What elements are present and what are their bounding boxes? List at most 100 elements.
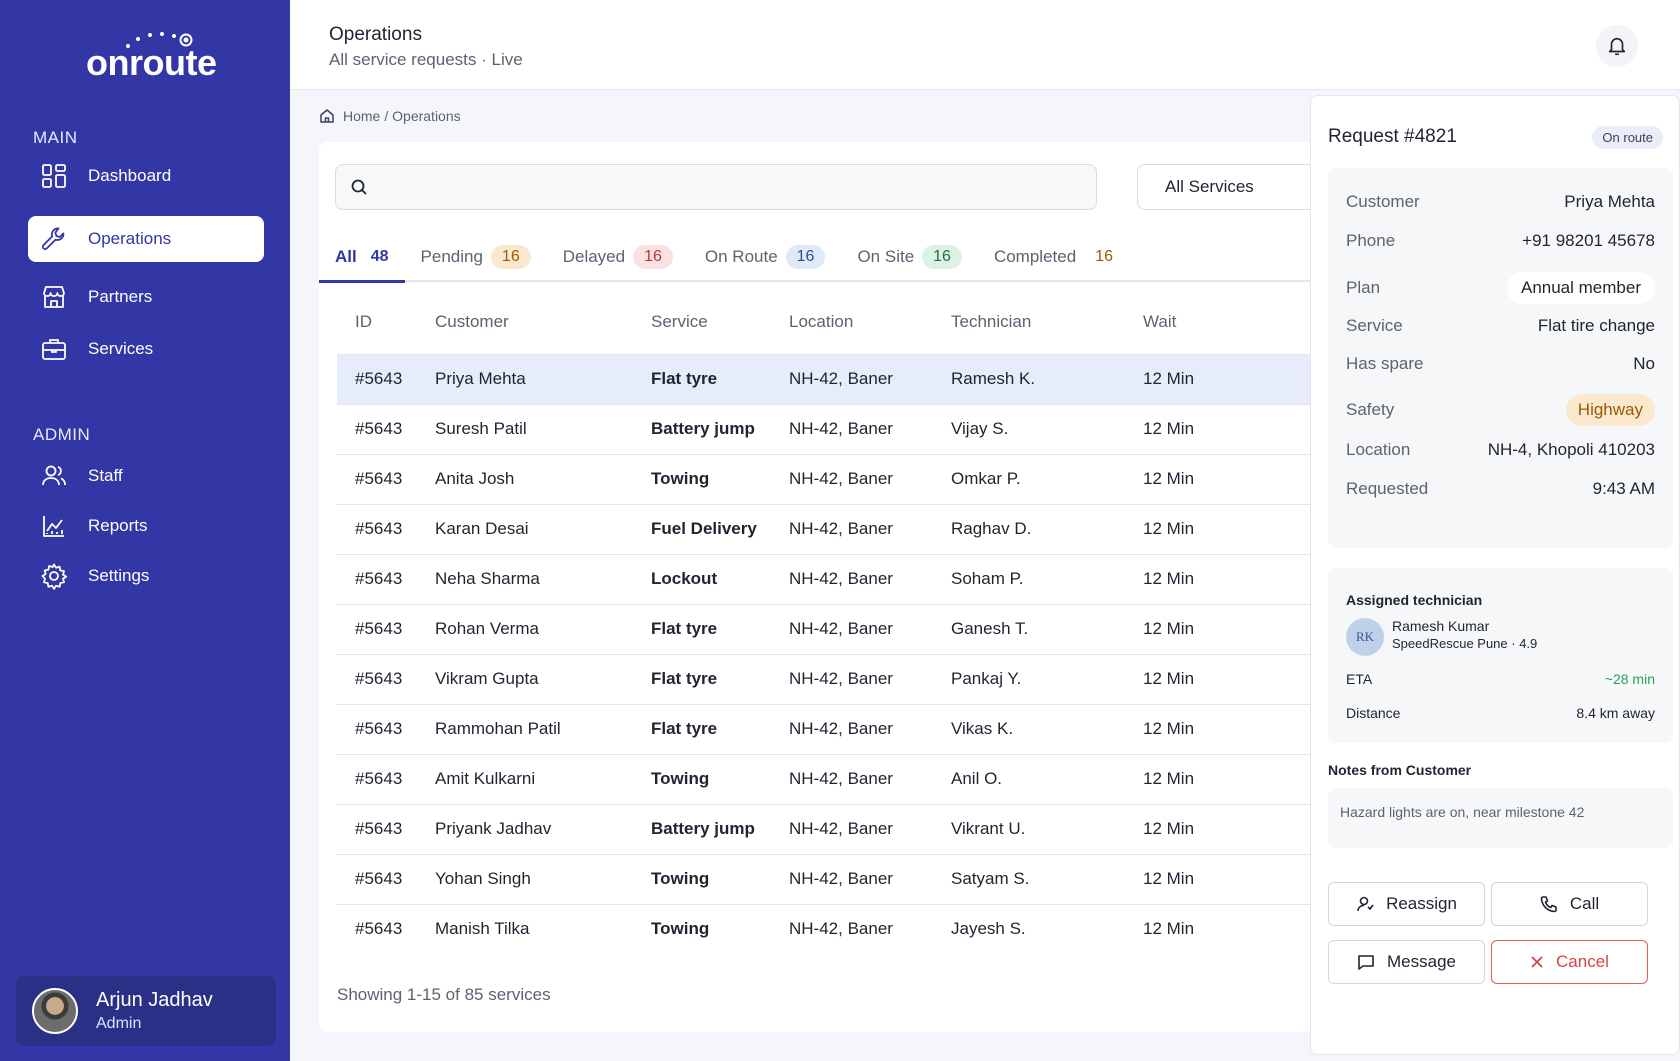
cell-service: Flat tyre [633, 703, 771, 754]
nav-label: Staff [88, 466, 123, 485]
nav-label: Dashboard [88, 166, 172, 185]
user-icon [1356, 895, 1374, 913]
info-value: Annual member [1506, 272, 1655, 304]
search-box[interactable] [335, 164, 1097, 210]
cell-location: NH-42, Baner [771, 453, 933, 504]
column-header-location[interactable]: Location [771, 290, 933, 354]
table-row[interactable]: #5643 Rammohan Patil Flat tyre NH-42, Baner… [337, 703, 1339, 754]
brand-logo[interactable]: onroute [86, 30, 217, 83]
cell-service: Towing [633, 903, 771, 954]
cell-location: NH-42, Baner [771, 403, 933, 454]
info-value: No [1633, 354, 1655, 373]
nav-item-partners[interactable]: Partners [28, 274, 264, 320]
tab-count-badge: 16 [922, 245, 962, 269]
column-header-id[interactable]: ID [337, 290, 417, 354]
cell-id: #5643 [337, 703, 417, 754]
technician-avatar: RK [1346, 618, 1384, 656]
nav-item-staff[interactable]: Staff [28, 453, 264, 499]
cell-wait: 12 Min [1125, 853, 1339, 904]
nav-item-operations[interactable]: Operations [28, 216, 264, 262]
breadcrumb-home[interactable]: Home [343, 108, 380, 124]
cell-location: NH-42, Baner [771, 853, 933, 904]
tab-delayed[interactable]: Delayed 16 [547, 233, 689, 281]
tab-on-site[interactable]: On Site 16 [841, 233, 978, 281]
tab-completed[interactable]: Completed 16 [978, 233, 1140, 281]
cell-customer: Amit Kulkarni [417, 753, 633, 804]
breadcrumb-current: / Operations [384, 108, 461, 124]
tab-label: All [335, 247, 357, 266]
cell-technician: Jayesh S. [933, 903, 1125, 954]
eta-label: ETA [1346, 671, 1373, 687]
table-row[interactable]: #5643 Vikram Gupta Flat tyre NH-42, Baner Pa… [337, 653, 1339, 704]
table-row[interactable]: #5643 Yohan Singh Towing NH-42, Baner Satyam… [337, 853, 1339, 904]
user-profile-card[interactable]: Arjun Jadhav Admin [16, 976, 276, 1046]
info-row-requested: Requested 9:43 AM [1346, 479, 1655, 499]
table-row[interactable]: #5643 Priyank Jadhav Battery jump NH-42, Ba… [337, 803, 1339, 854]
table-row[interactable]: #5643 Priya Mehta Flat tyre NH-42, Baner Ram… [337, 353, 1339, 404]
home-icon[interactable] [319, 108, 335, 124]
tab-pending[interactable]: Pending 16 [405, 233, 547, 281]
page-title: Operations [329, 24, 422, 45]
table-row[interactable]: #5643 Suresh Patil Battery jump NH-42, Bane… [337, 403, 1339, 454]
cell-location: NH-42, Baner [771, 653, 933, 704]
reassign-label: Reassign [1386, 894, 1457, 913]
wrench-icon [40, 225, 68, 253]
service-filter-select[interactable]: All Services [1137, 164, 1339, 210]
column-header-technician[interactable]: Technician [933, 290, 1125, 354]
tab-label: Completed [993, 247, 1077, 266]
info-value: +91 98201 45678 [1522, 231, 1655, 250]
cell-customer: Priya Mehta [417, 353, 633, 404]
technician-meta: SpeedRescue Pune · 4.9 [1392, 636, 1538, 651]
cell-service: Battery jump [633, 803, 771, 854]
call-button[interactable]: Call [1491, 882, 1648, 926]
cell-customer: Neha Sharma [417, 553, 633, 604]
cell-customer: Rammohan Patil [417, 703, 633, 754]
brand-name: onroute [86, 42, 217, 83]
nav-item-dashboard[interactable]: Dashboard [28, 153, 264, 199]
cell-service: Flat tyre [633, 353, 771, 404]
cell-service: Towing [633, 453, 771, 504]
column-header-wait[interactable]: Wait [1125, 290, 1339, 354]
cell-technician: Pankaj Y. [933, 653, 1125, 704]
cell-location: NH-42, Baner [771, 753, 933, 804]
cell-technician: Raghav D. [933, 503, 1125, 554]
info-label: Customer [1346, 192, 1420, 211]
notifications-button[interactable] [1596, 25, 1638, 67]
nav-item-services[interactable]: Services [28, 326, 264, 372]
column-header-service[interactable]: Service [633, 290, 771, 354]
cell-technician: Soham P. [933, 553, 1125, 604]
message-button[interactable]: Message [1328, 940, 1485, 984]
tab-on-route[interactable]: On Route 16 [689, 233, 842, 281]
cell-wait: 12 Min [1125, 653, 1339, 704]
cell-location: NH-42, Baner [771, 503, 933, 554]
tab-all[interactable]: All 48 [319, 233, 405, 283]
cell-customer: Anita Josh [417, 453, 633, 504]
nav-item-settings[interactable]: Settings [28, 553, 264, 599]
nav-item-reports[interactable]: Reports [28, 503, 264, 549]
table-row[interactable]: #5643 Anita Josh Towing NH-42, Baner Omkar P… [337, 453, 1339, 504]
cell-wait: 12 Min [1125, 803, 1339, 854]
cell-service: Fuel Delivery [633, 503, 771, 554]
section-label-admin: ADMIN [33, 425, 91, 444]
table-row[interactable]: #5643 Rohan Verma Flat tyre NH-42, Baner Gan… [337, 603, 1339, 654]
eta-row: ETA ~28 min [1346, 671, 1655, 687]
search-input[interactable] [378, 178, 1058, 196]
table-row[interactable]: #5643 Karan Desai Fuel Delivery NH-42, Bane… [337, 503, 1339, 554]
cell-id: #5643 [337, 653, 417, 704]
info-value: NH-4, Khopoli 410203 [1487, 440, 1655, 459]
cancel-button[interactable]: Cancel [1491, 940, 1648, 984]
avatar [32, 988, 78, 1034]
cell-wait: 12 Min [1125, 703, 1339, 754]
cell-id: #5643 [337, 503, 417, 554]
request-detail-panel: Request #4821 On route Customer Priya Meh… [1310, 95, 1680, 1055]
info-label: Requested [1346, 479, 1429, 498]
info-row-has-spare: Has spare No [1346, 354, 1655, 374]
column-header-customer[interactable]: Customer [417, 290, 633, 354]
table-row[interactable]: #5643 Amit Kulkarni Towing NH-42, Baner Anil… [337, 753, 1339, 804]
request-title: Request #4821 [1328, 126, 1457, 147]
table-row[interactable]: #5643 Neha Sharma Lockout NH-42, Baner Soham… [337, 553, 1339, 604]
cell-technician: Satyam S. [933, 853, 1125, 904]
table-row[interactable]: #5643 Manish Tilka Towing NH-42, Baner Jayes… [337, 903, 1339, 954]
reassign-button[interactable]: Reassign [1328, 882, 1485, 926]
cell-service: Lockout [633, 553, 771, 604]
